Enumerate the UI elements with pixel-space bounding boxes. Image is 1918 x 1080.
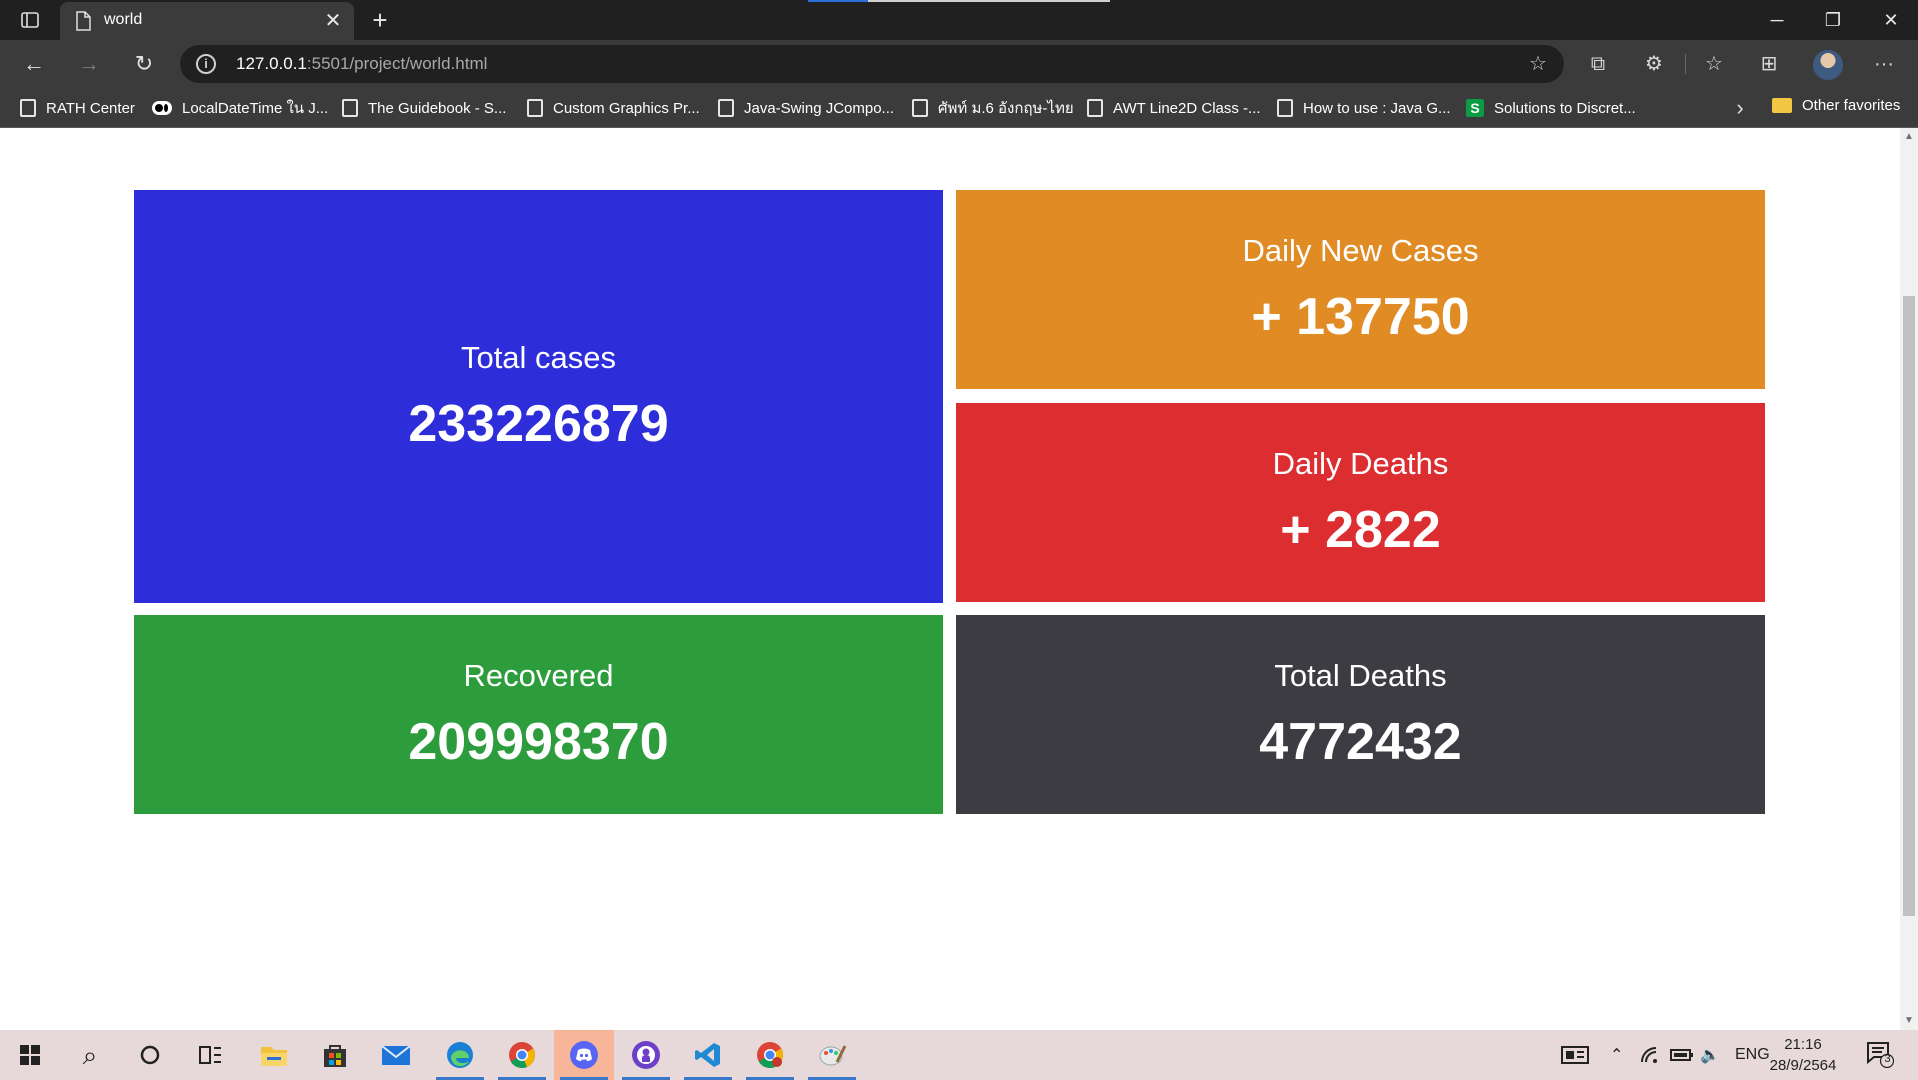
other-favorites-folder[interactable]: Other favorites	[1772, 97, 1900, 114]
add-favorite-icon[interactable]: ☆	[1526, 52, 1550, 76]
scroll-down-icon[interactable]: ▼	[1904, 1016, 1914, 1026]
windows-taskbar: ⌕ ⌃ 🔈 ENG 21:16 28/9/2564 3	[0, 1030, 1918, 1080]
scroll-up-icon[interactable]: ▲	[1904, 132, 1914, 142]
daily-deaths-card: Daily Deaths + 2822	[956, 403, 1765, 602]
page-viewport: Total cases 233226879 Daily New Cases + …	[0, 128, 1900, 1030]
browser-toolbar: ← → ↻ i 127.0.0.1:5501/project/world.htm…	[0, 40, 1918, 88]
clock-date: 28/9/2564	[1769, 1057, 1837, 1074]
profile-avatar[interactable]	[1813, 50, 1843, 80]
bookmark-item[interactable]: Java-Swing JCompo...	[718, 97, 894, 119]
document-icon	[912, 99, 928, 117]
forward-icon[interactable]: →	[75, 50, 103, 78]
document-icon	[20, 99, 36, 117]
mail-icon[interactable]	[366, 1030, 426, 1080]
chrome-profile-icon[interactable]	[740, 1030, 800, 1080]
clock-time: 21:16	[1784, 1036, 1822, 1053]
chevron-right-icon[interactable]: ›	[1728, 96, 1752, 120]
favorites-icon[interactable]: ☆	[1700, 50, 1728, 78]
discord-icon[interactable]	[554, 1030, 614, 1080]
bookmark-item[interactable]: AWT Line2D Class -...	[1087, 97, 1261, 119]
chrome-icon[interactable]	[492, 1030, 552, 1080]
recovered-card: Recovered 209998370	[134, 615, 943, 814]
bookmark-item[interactable]: ศัพท์ ม.6 อังกฤษ-ไทย	[912, 97, 1074, 119]
bookmark-item[interactable]: S Solutions to Discret...	[1466, 97, 1636, 119]
recovered-label: Recovered	[463, 657, 614, 693]
page-scrollbar[interactable]: ▲ ▼	[1900, 128, 1918, 1030]
site-info-icon[interactable]: i	[196, 54, 216, 74]
folder-icon	[1772, 98, 1792, 113]
collections-copy-icon[interactable]: ⧉	[1584, 50, 1612, 78]
back-icon[interactable]: ←	[20, 50, 48, 78]
extensions-icon[interactable]: ⚙	[1640, 50, 1668, 78]
refresh-icon[interactable]: ↻	[130, 50, 158, 78]
edge-icon[interactable]	[430, 1030, 490, 1080]
paint-icon[interactable]	[802, 1030, 862, 1080]
medium-icon	[152, 101, 172, 115]
search-icon[interactable]: ⌕	[60, 1030, 120, 1080]
document-icon	[1087, 99, 1103, 117]
file-explorer-icon[interactable]	[244, 1030, 304, 1080]
total-cases-label: Total cases	[460, 339, 617, 375]
daily-new-cases-label: Daily New Cases	[1242, 232, 1479, 268]
more-menu-icon[interactable]: ···	[1870, 50, 1898, 78]
total-cases-card: Total cases 233226879	[134, 190, 943, 603]
document-icon	[342, 99, 358, 117]
scroll-thumb[interactable]	[1903, 296, 1915, 916]
toolbar-divider	[1685, 54, 1686, 74]
total-cases-value: 233226879	[408, 394, 669, 453]
daily-deaths-label: Daily Deaths	[1272, 445, 1449, 481]
restore-icon[interactable]: ❐	[1818, 6, 1848, 34]
new-tab-icon[interactable]: +	[366, 6, 394, 34]
github-desktop-icon[interactable]	[616, 1030, 676, 1080]
close-window-icon[interactable]: ✕	[1876, 6, 1906, 34]
bookmark-item[interactable]: Custom Graphics Pr...	[527, 97, 700, 119]
notification-center-icon[interactable]: 3	[1866, 1040, 1895, 1069]
document-icon	[1277, 99, 1293, 117]
document-icon	[718, 99, 734, 117]
total-deaths-card: Total Deaths 4772432	[956, 615, 1765, 814]
url-text[interactable]: 127.0.0.1:5501/project/world.html	[236, 54, 487, 74]
page-icon	[74, 11, 92, 31]
cortana-icon[interactable]	[120, 1030, 180, 1080]
collections-icon[interactable]: ⊞	[1755, 50, 1783, 78]
browser-tab-active[interactable]: world ✕	[60, 2, 354, 40]
wifi-icon[interactable]	[1640, 1030, 1660, 1080]
news-icon[interactable]	[1560, 1030, 1590, 1080]
daily-deaths-value: + 2822	[1280, 500, 1441, 559]
title-bar: world ✕ + ─ ❐ ✕	[0, 0, 1918, 40]
total-deaths-label: Total Deaths	[1274, 657, 1447, 693]
address-bar[interactable]: i 127.0.0.1:5501/project/world.html ☆	[180, 45, 1564, 83]
task-view-icon[interactable]	[180, 1030, 240, 1080]
bookmark-item[interactable]: LocalDateTime ใน J...	[152, 97, 328, 119]
volume-icon[interactable]: 🔈	[1700, 1030, 1720, 1080]
microsoft-store-icon[interactable]	[305, 1030, 365, 1080]
tab-actions-icon[interactable]	[18, 8, 42, 32]
daily-new-cases-value: + 137750	[1251, 287, 1470, 346]
notification-count: 3	[1884, 1053, 1891, 1065]
tab-title: world	[104, 11, 143, 28]
document-icon	[527, 99, 543, 117]
start-icon[interactable]	[0, 1030, 60, 1080]
bookmark-item[interactable]: The Guidebook - S...	[342, 97, 506, 119]
minimize-icon[interactable]: ─	[1762, 6, 1792, 34]
battery-icon[interactable]	[1670, 1030, 1694, 1080]
bookmark-item[interactable]: RATH Center	[20, 97, 135, 119]
loading-indicator	[808, 0, 1110, 2]
vscode-icon[interactable]	[678, 1030, 738, 1080]
recovered-value: 209998370	[408, 712, 669, 771]
chevron-up-icon[interactable]: ⌃	[1610, 1030, 1623, 1080]
system-clock[interactable]: 21:16 28/9/2564	[1760, 1034, 1846, 1076]
bookmarks-bar: RATH Center LocalDateTime ใน J... The Gu…	[0, 88, 1918, 128]
bookmark-item[interactable]: How to use : Java G...	[1277, 97, 1451, 119]
close-tab-icon[interactable]: ✕	[322, 10, 344, 32]
daily-new-cases-card: Daily New Cases + 137750	[956, 190, 1765, 389]
slader-icon: S	[1466, 99, 1484, 117]
total-deaths-value: 4772432	[1259, 712, 1462, 771]
